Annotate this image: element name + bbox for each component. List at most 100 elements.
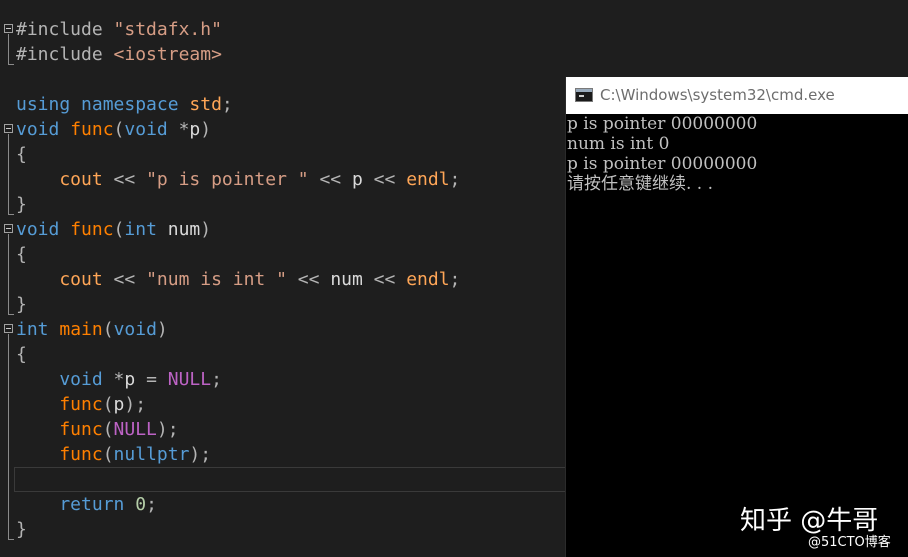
code-token: nullptr	[113, 444, 190, 465]
fold-collapse-icon[interactable]	[4, 24, 13, 33]
code-token: <<	[308, 169, 352, 190]
code-token: p	[113, 394, 125, 415]
code-token: void	[113, 319, 157, 340]
code-token: return	[16, 494, 136, 515]
fold-collapse-icon[interactable]	[4, 224, 13, 233]
fold-guide	[8, 334, 9, 539]
code-token: )	[200, 119, 212, 140]
code-line[interactable]: return 0;	[16, 492, 157, 517]
code-token: void	[16, 219, 71, 240]
code-token: 0	[135, 494, 147, 515]
code-token: #include	[16, 19, 114, 40]
fold-guide	[8, 34, 9, 64]
cmd-output: p is pointer 00000000 num is int 0 p is …	[566, 114, 908, 194]
code-line[interactable]: }	[16, 292, 27, 317]
code-token: <<	[362, 269, 407, 290]
code-token: cout	[16, 169, 114, 190]
code-token: void	[16, 119, 71, 140]
code-token: std	[189, 94, 222, 115]
watermark-51cto: @51CTO博客	[808, 535, 891, 550]
code-token: NULL	[167, 369, 212, 390]
code-line[interactable]: func(nullptr);	[16, 442, 211, 467]
code-line[interactable]: int main(void)	[16, 317, 168, 342]
code-token: ;	[449, 169, 461, 190]
fold-collapse-icon[interactable]	[4, 324, 13, 333]
code-line[interactable]: #include <iostream>	[16, 42, 222, 67]
fold-guide-end	[8, 314, 14, 315]
cmd-titlebar[interactable]: C:\Windows\system32\cmd.exe	[566, 77, 908, 114]
code-token: {	[16, 244, 27, 265]
code-token: (	[102, 419, 114, 440]
code-token: "p is pointer "	[146, 169, 309, 190]
code-token: cout	[16, 269, 114, 290]
code-token: ;	[221, 94, 233, 115]
code-token: }	[16, 194, 27, 215]
code-token: (	[102, 444, 114, 465]
code-token: (	[102, 319, 114, 340]
cmd-title: C:\Windows\system32\cmd.exe	[600, 86, 835, 104]
code-token: func	[16, 444, 103, 465]
code-token: p	[124, 369, 136, 390]
code-token: p	[189, 119, 201, 140]
cmd-window[interactable]: C:\Windows\system32\cmd.exe p is pointer…	[565, 77, 908, 557]
code-line[interactable]: {	[16, 342, 27, 367]
fold-guide-end	[8, 64, 14, 65]
code-token: endl	[406, 269, 450, 290]
code-token: );	[156, 419, 179, 440]
code-token: ;	[146, 494, 157, 515]
code-line[interactable]: func(NULL);	[16, 417, 179, 442]
code-token: )	[156, 319, 168, 340]
code-line[interactable]: void *p = NULL;	[16, 367, 222, 392]
code-token: (	[113, 219, 125, 240]
code-line[interactable]: }	[16, 517, 27, 542]
code-token: func	[70, 119, 114, 140]
fold-collapse-icon[interactable]	[4, 124, 13, 133]
code-line[interactable]: void func(void *p)	[16, 117, 211, 142]
code-line[interactable]: #include "stdafx.h"	[16, 17, 222, 42]
fold-guide-end	[8, 214, 14, 215]
code-line[interactable]: cout << "p is pointer " << p << endl;	[16, 167, 460, 192]
code-token: "stdafx.h"	[113, 19, 222, 40]
code-token: func	[16, 419, 103, 440]
code-token: using	[16, 94, 82, 115]
code-token: namespace	[81, 94, 190, 115]
cmd-output-line: p is pointer 00000000	[567, 114, 758, 134]
code-token: )	[200, 219, 212, 240]
code-token: int	[16, 319, 60, 340]
code-line[interactable]: using namespace std;	[16, 92, 233, 117]
code-token: num	[167, 219, 201, 240]
code-token: }	[16, 519, 27, 540]
code-token: (	[102, 394, 114, 415]
code-line[interactable]: void func(int num)	[16, 217, 211, 242]
cmd-output-line: 请按任意键继续. . .	[567, 174, 714, 194]
code-token: <<	[113, 169, 147, 190]
fold-guide-end	[8, 539, 14, 540]
code-token: void	[124, 119, 179, 140]
code-token: *	[178, 119, 190, 140]
code-token: <iostream>	[113, 44, 222, 65]
code-token: main	[59, 319, 103, 340]
fold-guide	[8, 234, 9, 314]
code-line[interactable]: {	[16, 242, 27, 267]
code-token: }	[16, 294, 27, 315]
code-line[interactable]: func(p);	[16, 392, 146, 417]
cmd-output-line: p is pointer 00000000	[567, 154, 758, 174]
code-token: );	[189, 444, 212, 465]
code-token: endl	[406, 169, 450, 190]
fold-guide	[8, 134, 9, 214]
code-token: <<	[286, 269, 331, 290]
code-token: p	[351, 169, 363, 190]
code-token: <<	[362, 169, 407, 190]
code-token: func	[70, 219, 114, 240]
code-line[interactable]: {	[16, 142, 27, 167]
code-token: #include	[16, 44, 114, 65]
code-token: num	[330, 269, 363, 290]
code-token: NULL	[113, 419, 157, 440]
code-token: );	[124, 394, 147, 415]
code-token: func	[16, 394, 103, 415]
code-token: int	[124, 219, 168, 240]
code-line[interactable]: cout << "num is int " << num << endl;	[16, 267, 460, 292]
code-line[interactable]: }	[16, 192, 27, 217]
code-token: <<	[113, 269, 147, 290]
cmd-output-line: num is int 0	[567, 134, 670, 154]
